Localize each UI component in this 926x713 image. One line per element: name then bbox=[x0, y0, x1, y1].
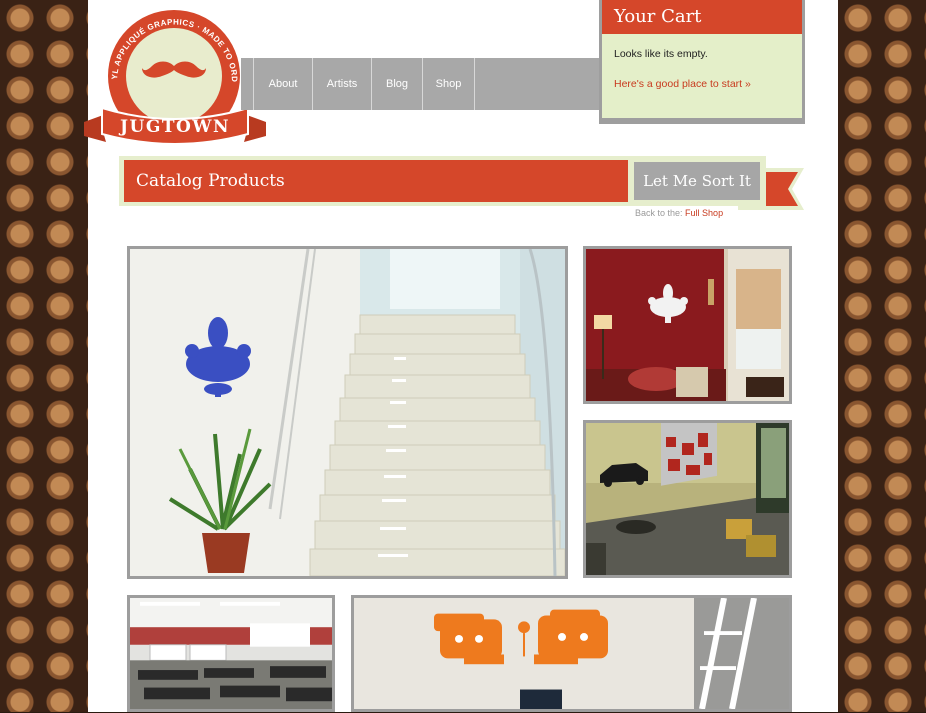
art-panel bbox=[661, 405, 717, 486]
red-room-image bbox=[586, 249, 789, 401]
start-shopping-link[interactable]: Here's a good place to start » bbox=[614, 78, 751, 90]
classroom-image bbox=[130, 598, 332, 709]
product-photo-kids-decal[interactable] bbox=[351, 595, 792, 712]
back-prefix: Back to the: bbox=[635, 208, 683, 218]
cart-body: Looks like its empty. Here's a good plac… bbox=[602, 34, 802, 118]
nav-item-blog[interactable]: Blog bbox=[372, 58, 423, 110]
wood-background-right bbox=[838, 0, 926, 712]
product-photo-red-room[interactable] bbox=[583, 246, 792, 404]
cart-empty-message: Looks like its empty. bbox=[614, 48, 708, 60]
nav-item-artists[interactable]: Artists bbox=[313, 58, 372, 110]
staircase-image bbox=[130, 248, 566, 577]
nav-item-about[interactable]: About bbox=[254, 58, 313, 110]
wood-background-left bbox=[0, 0, 88, 712]
cart-panel: Your Cart Looks like its empty. Here's a… bbox=[599, 0, 805, 124]
product-photo-staircase[interactable] bbox=[127, 246, 568, 579]
nav-divider bbox=[241, 58, 254, 110]
lounge-image bbox=[586, 405, 789, 575]
main-nav: About Artists Blog Shop bbox=[241, 58, 600, 110]
product-photo-lounge[interactable] bbox=[583, 405, 792, 578]
back-to-shop-line: Back to the: Full Shop bbox=[635, 208, 723, 218]
full-shop-link[interactable]: Full Shop bbox=[685, 208, 723, 218]
product-photo-classroom[interactable] bbox=[127, 595, 335, 712]
catalog-title: Catalog Products bbox=[124, 160, 630, 202]
cart-title: Your Cart bbox=[602, 0, 802, 34]
nav-item-shop[interactable]: Shop bbox=[423, 58, 475, 110]
logo-brand-text: JUGTOWN bbox=[118, 117, 230, 137]
kids-decal-image bbox=[354, 597, 789, 710]
sort-button[interactable]: Let Me Sort It bbox=[634, 162, 760, 200]
